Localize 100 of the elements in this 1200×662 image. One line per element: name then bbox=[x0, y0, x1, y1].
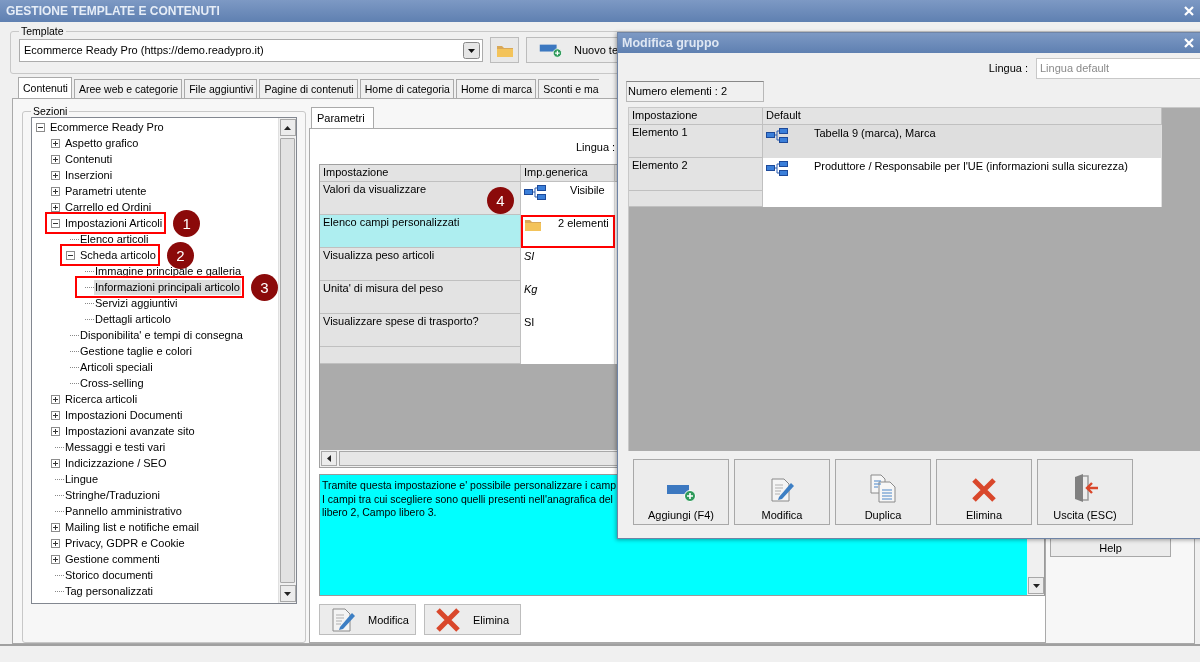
add-button[interactable]: Aggiungi (F4) bbox=[633, 459, 729, 525]
tree-item[interactable]: Messaggi e testi vari bbox=[64, 439, 167, 455]
tree-item[interactable]: Stringhe/Traduzioni bbox=[64, 487, 161, 503]
column-header: Impostazione bbox=[320, 165, 521, 182]
expand-icon[interactable] bbox=[51, 458, 60, 468]
expand-icon[interactable] bbox=[51, 394, 60, 404]
tree-item[interactable]: Gestione commenti bbox=[64, 551, 161, 567]
tab[interactable]: Pagine di contenuti bbox=[259, 79, 358, 98]
setting-cell[interactable]: Visualizzare spese di trasporto? bbox=[320, 314, 521, 347]
tree-item[interactable]: Elenco articoli bbox=[79, 231, 150, 247]
scroll-thumb[interactable] bbox=[280, 138, 295, 583]
expand-icon[interactable] bbox=[51, 538, 60, 548]
duplicate-icon bbox=[869, 473, 897, 503]
tree-item[interactable]: Impostazioni avanzate sito bbox=[64, 423, 196, 439]
language-label: Lingua : bbox=[988, 62, 1028, 74]
tab[interactable]: Contenuti bbox=[18, 77, 72, 98]
language-field[interactable]: Lingua default bbox=[1036, 57, 1200, 79]
delete-button[interactable]: Elimina bbox=[424, 604, 521, 635]
tab[interactable]: Home di marca bbox=[455, 79, 537, 98]
value-cell[interactable]: Tabella 9 (marca), Marca bbox=[763, 125, 1162, 158]
callout-badge: 1 bbox=[173, 209, 201, 237]
exit-button[interactable]: Uscita (ESC) bbox=[1037, 459, 1133, 525]
setting-cell[interactable]: Elemento 2 bbox=[629, 158, 763, 191]
description-text: libero 2, Campo libero 3. bbox=[322, 506, 437, 520]
collapse-icon[interactable] bbox=[51, 218, 60, 228]
tree-item[interactable]: Informazioni principali articolo bbox=[94, 279, 241, 295]
tree-item[interactable]: Impostazioni Documenti bbox=[64, 407, 184, 423]
cell-value: 2 elementi bbox=[558, 217, 609, 229]
tree-item[interactable]: Scheda articolo bbox=[79, 247, 157, 263]
value-cell[interactable]: Produttore / Responsabile per l'UE (informazioni sulla sicurezza) bbox=[763, 158, 1162, 191]
collapse-icon[interactable] bbox=[36, 122, 45, 132]
tree-item[interactable]: Dettagli articolo bbox=[94, 311, 172, 327]
expand-icon[interactable] bbox=[51, 202, 60, 212]
tree-item[interactable]: Disponibilita' e tempi di consegna bbox=[79, 327, 244, 343]
close-icon[interactable] bbox=[1184, 6, 1194, 16]
setting-cell[interactable]: Elemento 1 bbox=[629, 125, 763, 158]
tab[interactable]: Sconti e ma bbox=[538, 79, 599, 98]
hierarchy-icon bbox=[766, 127, 788, 144]
tree-item[interactable]: Mailing list e notifiche email bbox=[64, 519, 200, 535]
tab[interactable]: Aree web e categorie bbox=[73, 79, 183, 98]
delete-button[interactable]: Elimina bbox=[936, 459, 1032, 525]
cell-value: Kg bbox=[524, 283, 538, 295]
edit-document-icon bbox=[769, 477, 795, 503]
duplicate-button[interactable]: Duplica bbox=[835, 459, 931, 525]
tree-item[interactable]: Impostazioni Articoli bbox=[64, 215, 164, 231]
tree-item[interactable]: Tag personalizzati bbox=[64, 583, 155, 599]
description-text: I campi tra cui scegliere sono quelli presenti nell'anagrafica del bbox=[322, 492, 613, 506]
expand-icon[interactable] bbox=[51, 426, 60, 436]
hierarchy-icon bbox=[524, 184, 546, 201]
dropdown-icon bbox=[463, 41, 480, 59]
expand-icon[interactable] bbox=[51, 186, 60, 196]
tree-item[interactable]: Pannello amministrativo bbox=[64, 503, 183, 519]
tree-item[interactable]: Parametri utente bbox=[64, 183, 148, 199]
template-dropdown[interactable]: Ecommerce Ready Pro (https://demo.readypro.it) bbox=[19, 38, 483, 62]
tree-item[interactable]: Gestione taglie e colori bbox=[79, 343, 193, 359]
language-label: Lingua : bbox=[576, 140, 616, 153]
setting-cell[interactable]: Visualizza peso articoli bbox=[320, 248, 521, 281]
close-icon[interactable] bbox=[1184, 38, 1194, 48]
folder-icon bbox=[524, 217, 542, 232]
tree-item[interactable]: Indicizzazione / SEO bbox=[64, 455, 168, 471]
tree-item[interactable]: Contenuti bbox=[64, 151, 114, 167]
cell-value: Visibile bbox=[570, 184, 605, 196]
scroll-left-icon bbox=[327, 455, 331, 462]
edit-button[interactable]: Modifica bbox=[734, 459, 830, 525]
tab[interactable]: Parametri bbox=[311, 107, 374, 128]
tree-item[interactable]: Ricerca articoli bbox=[64, 391, 139, 407]
expand-icon[interactable] bbox=[51, 138, 60, 148]
hierarchy-icon bbox=[766, 160, 788, 177]
element-count: Numero elementi : 2 bbox=[626, 81, 764, 102]
tree-item[interactable]: Articoli speciali bbox=[79, 359, 154, 375]
expand-icon[interactable] bbox=[51, 170, 60, 180]
tree-item[interactable]: Aspetto grafico bbox=[64, 135, 140, 151]
tab[interactable]: Home di categoria bbox=[359, 79, 454, 98]
cell-value: SI bbox=[524, 316, 535, 328]
cell-value: SI bbox=[524, 250, 535, 262]
tree-item[interactable]: Inserzioni bbox=[64, 167, 114, 183]
expand-icon[interactable] bbox=[51, 522, 60, 532]
expand-icon[interactable] bbox=[51, 154, 60, 164]
collapse-icon[interactable] bbox=[66, 250, 75, 260]
new-template-button[interactable]: Nuovo te bbox=[526, 37, 618, 63]
dialog-title: Modifica gruppo bbox=[622, 36, 720, 50]
edit-button[interactable]: Modifica bbox=[319, 604, 416, 635]
tree-item[interactable]: Cross-selling bbox=[79, 375, 145, 391]
group-label: Sezioni bbox=[32, 105, 69, 117]
tree-item[interactable]: Carrello ed Ordini bbox=[64, 199, 153, 215]
tree-item[interactable]: Privacy, GDPR e Cookie bbox=[64, 535, 186, 551]
window-title: GESTIONE TEMPLATE E CONTENUTI bbox=[6, 4, 220, 18]
expand-icon[interactable] bbox=[51, 410, 60, 420]
tree-item[interactable]: Servizi aggiuntivi bbox=[94, 295, 179, 311]
expand-icon[interactable] bbox=[51, 554, 60, 564]
tree-item[interactable]: Ecommerce Ready Pro bbox=[49, 119, 165, 135]
column-header: Impostazione bbox=[629, 108, 763, 125]
setting-cell[interactable]: Unita' di misura del peso bbox=[320, 281, 521, 314]
tree-item[interactable]: Lingue bbox=[64, 471, 100, 487]
setting-cell[interactable]: Elenco campi personalizzati bbox=[320, 215, 521, 248]
column-header: Default bbox=[763, 108, 1162, 125]
delete-x-icon bbox=[971, 477, 997, 503]
tree-item[interactable]: Storico documenti bbox=[64, 567, 155, 583]
tab[interactable]: File aggiuntivi bbox=[184, 79, 258, 98]
scrollbar[interactable] bbox=[278, 118, 296, 603]
